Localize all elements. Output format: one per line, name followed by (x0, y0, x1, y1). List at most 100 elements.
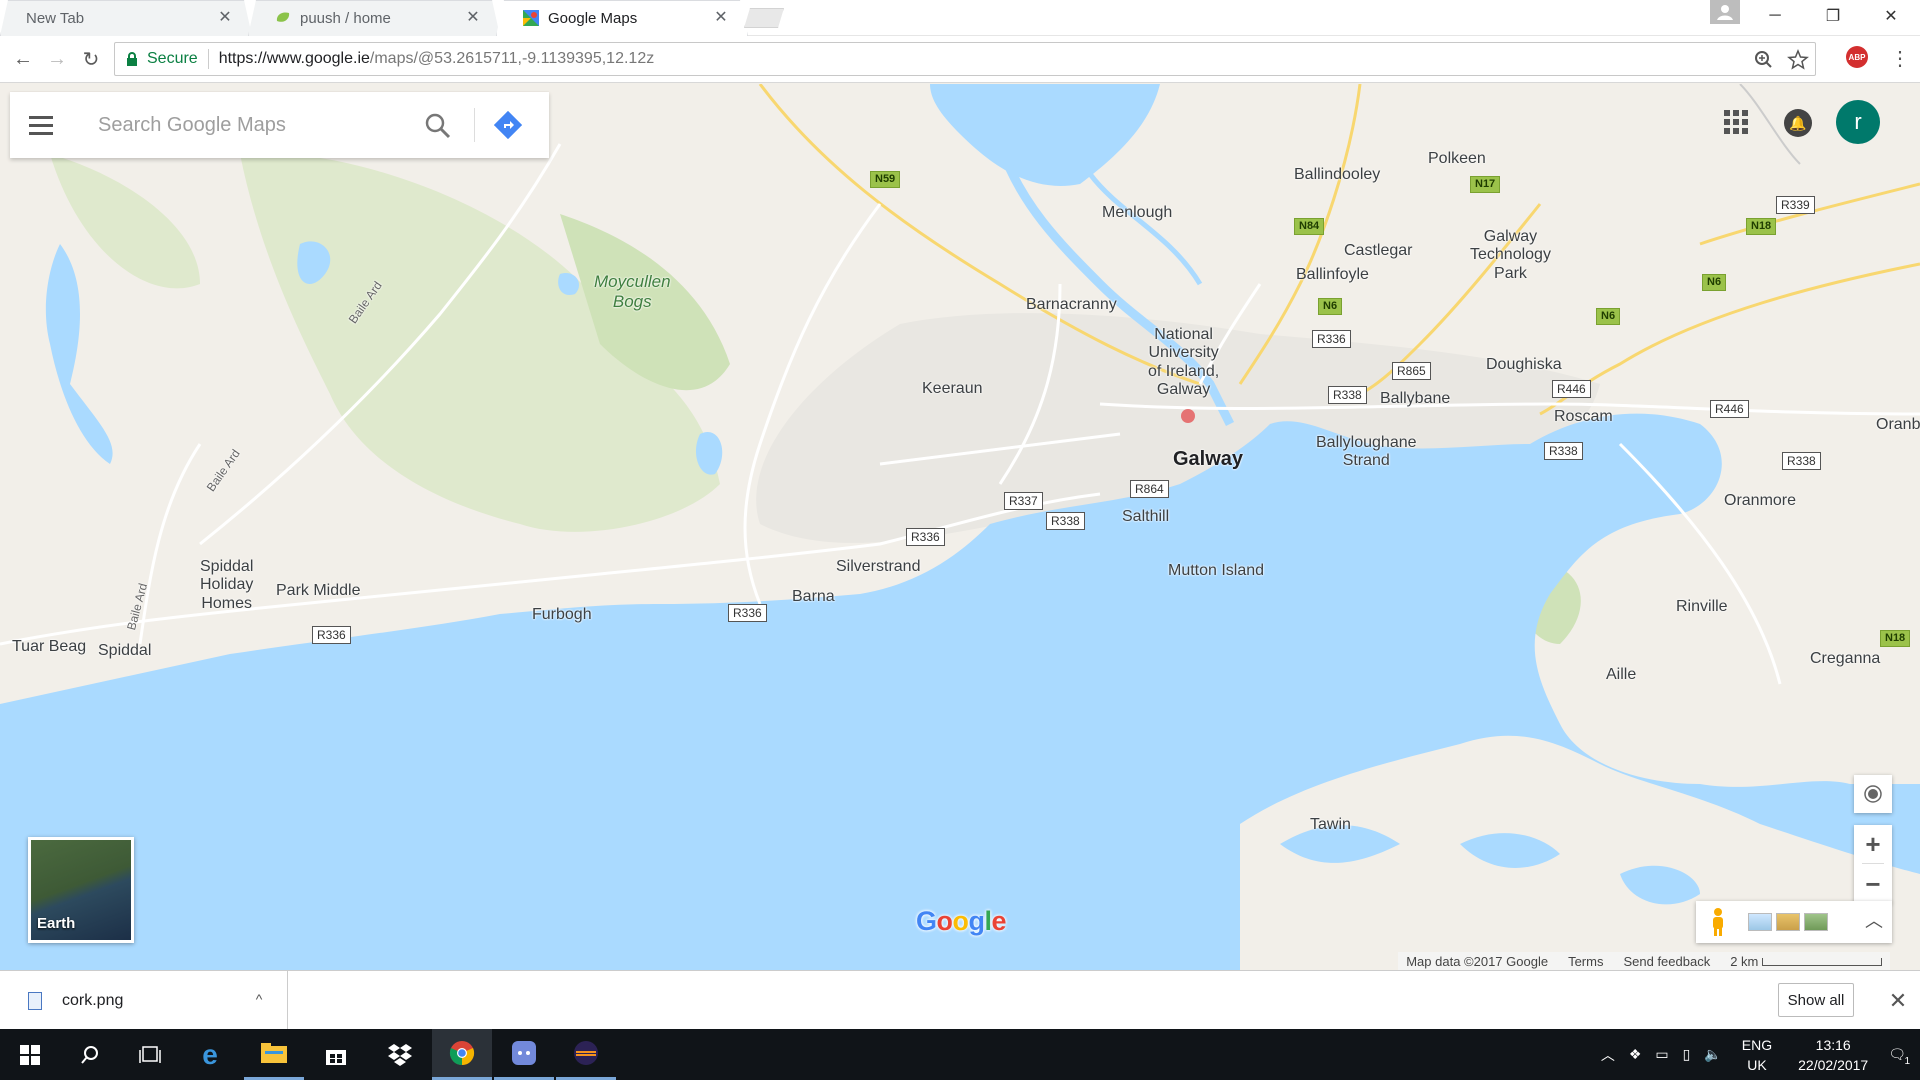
network-icon[interactable]: ▯ (1683, 1046, 1691, 1063)
close-window-icon[interactable]: ✕ (1862, 0, 1920, 32)
place-label-moycullen-bogs[interactable]: Moycullen Bogs (594, 272, 671, 311)
task-view-icon[interactable] (120, 1029, 180, 1080)
place-label-silverstrand[interactable]: Silverstrand (836, 558, 920, 576)
directions-icon[interactable] (494, 111, 522, 139)
tab-google-maps[interactable]: Google Maps ✕ (496, 0, 748, 36)
place-label-ballindooley[interactable]: Ballindooley (1294, 166, 1380, 184)
windows-start-icon[interactable] (0, 1029, 60, 1080)
place-label-menlough[interactable]: Menlough (1102, 204, 1172, 222)
language-indicator[interactable]: ENG UK (1742, 1035, 1772, 1075)
eclipse-icon[interactable] (556, 1029, 616, 1080)
road-shield: N59 (870, 171, 901, 188)
action-center-icon[interactable]: 🗨 1 (1888, 1046, 1910, 1067)
zoom-controls: + − (1854, 825, 1892, 903)
download-item[interactable]: cork.png ^ (0, 971, 288, 1030)
account-avatar[interactable]: r (1836, 100, 1880, 144)
search-input[interactable] (98, 105, 418, 145)
imagery-thumbnail[interactable] (1804, 913, 1828, 931)
place-label-salthill[interactable]: Salthill (1122, 508, 1169, 526)
place-label-mutton-island[interactable]: Mutton Island (1168, 562, 1264, 580)
place-label-spiddal[interactable]: Spiddal (98, 642, 151, 660)
profile-icon[interactable] (1710, 0, 1740, 24)
forward-arrow-icon[interactable]: → (44, 46, 70, 72)
new-tab-button[interactable] (744, 8, 784, 28)
place-label-park-middle[interactable]: Park Middle (276, 582, 360, 600)
battery-icon[interactable]: ▭ (1655, 1046, 1668, 1063)
zoom-magnifier-icon[interactable] (1747, 43, 1781, 77)
map-base-layer (0, 84, 1920, 970)
place-label-doughiska[interactable]: Doughiska (1486, 356, 1562, 374)
back-arrow-icon[interactable]: ← (10, 46, 36, 72)
tab-title: puush / home (300, 9, 391, 27)
apps-grid-icon[interactable] (1724, 110, 1748, 134)
volume-icon[interactable]: 🔈 (1704, 1046, 1721, 1063)
place-label-nuig[interactable]: National University of Ireland, Galway (1148, 326, 1219, 400)
search-icon[interactable] (424, 112, 452, 140)
tab-puush-home[interactable]: puush / home ✕ (248, 0, 500, 36)
place-label-castlegar[interactable]: Castlegar (1344, 242, 1412, 260)
place-label-creganna[interactable]: Creganna (1810, 650, 1880, 668)
discord-icon[interactable] (494, 1029, 554, 1080)
place-label-ballybane[interactable]: Ballybane (1380, 390, 1450, 408)
place-label-oranmore[interactable]: Oranmore (1724, 492, 1796, 510)
search-icon[interactable] (60, 1029, 120, 1080)
store-icon[interactable] (306, 1029, 366, 1080)
tab-new-tab[interactable]: New Tab ✕ (0, 0, 252, 36)
zoom-out-button[interactable]: − (1854, 865, 1892, 903)
place-label-keeraun[interactable]: Keeraun (922, 380, 983, 398)
imagery-thumbnail[interactable] (1776, 913, 1800, 931)
reload-icon[interactable]: ↻ (78, 46, 104, 72)
divider (1862, 863, 1884, 864)
place-label-furbogh[interactable]: Furbogh (532, 606, 592, 624)
menu-icon[interactable] (10, 92, 72, 158)
close-icon[interactable]: ✕ (464, 9, 482, 27)
earth-label: Earth (37, 915, 76, 932)
show-all-button[interactable]: Show all (1778, 983, 1854, 1017)
map-canvas[interactable]: Galway Moycullen Bogs National Universit… (0, 84, 1920, 970)
address-bar[interactable]: Secure https://www.google.ie/maps/@53.26… (114, 42, 1816, 76)
chevron-up-icon[interactable]: ︿ (1601, 1045, 1615, 1065)
more-vert-icon[interactable]: ⋮ (1890, 46, 1910, 72)
chevron-up-icon[interactable]: ^ (250, 991, 268, 1009)
place-label-barnacranny[interactable]: Barnacranny (1026, 296, 1117, 314)
tab-title: Google Maps (548, 9, 638, 27)
clock[interactable]: 13:16 22/02/2017 (1798, 1035, 1868, 1075)
terms-link[interactable]: Terms (1568, 954, 1603, 969)
restore-icon[interactable]: ❐ (1804, 0, 1862, 32)
place-label-aille[interactable]: Aille (1606, 666, 1636, 684)
close-icon[interactable]: ✕ (216, 9, 234, 27)
place-label-tawin[interactable]: Tawin (1310, 816, 1351, 834)
imagery-thumbnail[interactable] (1748, 913, 1772, 931)
my-location-button[interactable] (1854, 775, 1892, 813)
dropbox-icon[interactable] (370, 1029, 430, 1080)
place-label-tuar-beag[interactable]: Tuar Beag (12, 638, 86, 656)
place-label-ballyloughane[interactable]: Ballyloughane Strand (1316, 434, 1417, 471)
send-feedback-link[interactable]: Send feedback (1623, 954, 1710, 969)
place-label-rinville[interactable]: Rinville (1676, 598, 1728, 616)
scale-label: 2 km (1730, 953, 1759, 969)
file-explorer-icon[interactable] (244, 1029, 304, 1080)
chevron-up-icon[interactable]: ︿ (1864, 911, 1884, 931)
close-icon[interactable]: ✕ (712, 9, 730, 27)
university-marker-icon (1181, 409, 1195, 423)
scale-indicator[interactable]: 2 km (1730, 954, 1882, 969)
edge-icon[interactable]: e (180, 1029, 240, 1080)
place-label-oranb[interactable]: Oranb (1876, 416, 1920, 434)
place-label-roscam[interactable]: Roscam (1554, 408, 1613, 426)
place-label-polkeen[interactable]: Polkeen (1428, 150, 1486, 168)
minimize-icon[interactable]: ─ (1746, 0, 1804, 32)
place-label-galway-tech-park[interactable]: Galway Technology Park (1470, 228, 1551, 283)
place-label-barna[interactable]: Barna (792, 588, 835, 606)
place-label-ballinfoyle[interactable]: Ballinfoyle (1296, 266, 1369, 284)
zoom-in-button[interactable]: + (1854, 825, 1892, 863)
notifications-bell-icon[interactable]: 🔔 (1784, 109, 1812, 137)
pegman-icon[interactable] (1710, 907, 1726, 937)
adblock-icon[interactable]: ABP (1846, 46, 1868, 68)
star-icon[interactable] (1781, 43, 1815, 77)
earth-view-toggle[interactable]: Earth (28, 837, 134, 943)
place-label-spiddal-holiday-homes[interactable]: Spiddal Holiday Homes (200, 558, 253, 613)
chrome-icon[interactable] (432, 1029, 492, 1080)
place-label-galway[interactable]: Galway (1173, 448, 1243, 471)
close-icon[interactable]: ✕ (1886, 989, 1910, 1013)
dropbox-tray-icon[interactable]: ❖ (1629, 1046, 1642, 1063)
